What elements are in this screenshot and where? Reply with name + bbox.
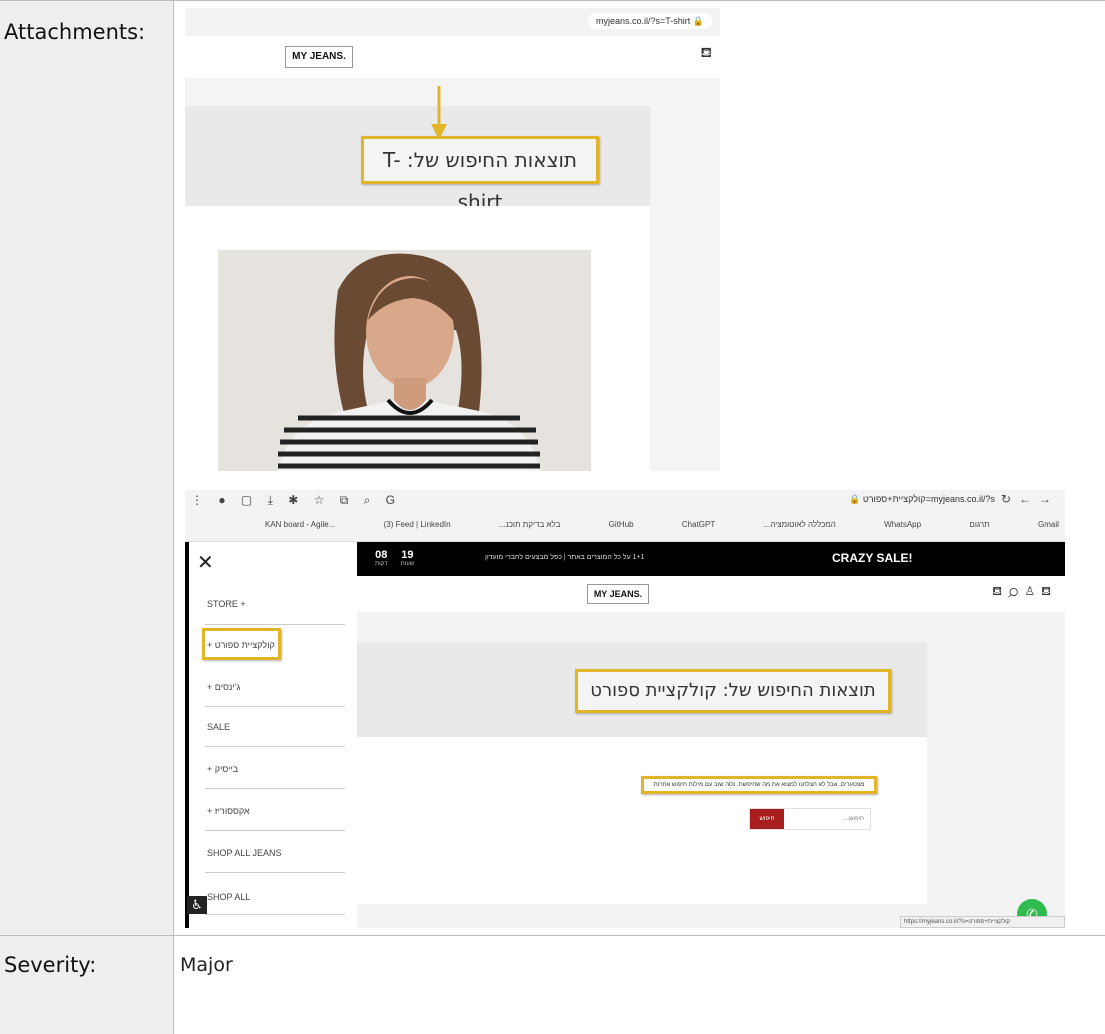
menu-divider [205,830,345,831]
lock-icon: 🔒 [849,494,861,504]
attachment-screenshot-2: ⋮ ● ▢ ⤓ ✱ ☆ ⧉ ⌕ G myjeans.co.il/?s=קולקצ… [185,490,1065,928]
browser-toolbar-icons[interactable]: ⋮ ● ▢ ⤓ ✱ ☆ ⧉ ⌕ G [191,493,401,508]
attachment-screenshot-1: myjeans.co.il/?s=T-shirt 🔒 MY JEANS. ⛾ ת… [185,8,720,471]
annotation-highlight [202,628,281,660]
bookmark-item[interactable]: (3) Feed | LinkedIn [384,520,451,534]
browser-address-bar: myjeans.co.il/?s=T-shirt 🔒 [185,8,720,34]
attachments-label-cell [0,1,173,935]
address-url[interactable]: myjeans.co.il/?s=T-shirt 🔒 [587,13,712,29]
search-result-title: תוצאות החיפוש של: קולקציית ספורט [575,669,891,713]
bookmark-item[interactable]: GitHub [609,520,634,534]
search-result-title: תוצאות החיפוש של: T-shirt [361,136,599,214]
severity-label-cell [0,936,173,1034]
bookmark-item[interactable]: KAN board - Agile... [265,520,335,534]
product-image[interactable] [218,250,591,471]
menu-divider [205,788,345,789]
menu-item-sale[interactable]: SALE [207,722,230,732]
menu-item-store[interactable]: STORE + [207,599,246,609]
site-header: MY JEANS. ⛾⌕♙⛾ [357,576,1065,612]
bookmark-item[interactable]: ...המכללה לאוטומציה [764,520,836,534]
search-icon[interactable]: ⌕ [1008,584,1024,598]
search-input[interactable] [788,809,870,829]
table-column-divider [173,0,174,1034]
attachments-label: Attachments: [4,20,146,44]
site-header: MY JEANS. ⛾ [185,36,720,78]
bookmark-item[interactable]: WhatsApp [884,520,921,534]
site-logo[interactable]: MY JEANS. [587,584,649,604]
bookmark-item[interactable]: Gmail [1038,520,1059,534]
menu-divider [205,746,345,747]
address-url[interactable]: myjeans.co.il/?s=קולקציית+ספורט 🔒 [849,494,995,505]
promo-text: 1+1 על כל המוצרים באתר | כפל מבצעים לחבר… [485,554,645,561]
menu-divider [205,914,345,915]
user-icon[interactable]: ♙ [1024,584,1041,598]
annotation-arrow-icon [431,86,447,140]
menu-divider [205,624,345,625]
table-row-divider [0,935,1105,936]
browser-nav-icons[interactable]: ↻←→ [1001,492,1059,506]
site-logo[interactable]: MY JEANS. [285,46,353,68]
side-menu: ✕ STORE + + קולקציית ספורט + ג'ינסים SAL… [185,542,357,928]
menu-divider [205,706,345,707]
close-icon[interactable]: ✕ [197,550,214,575]
cart-icon[interactable]: ⛾ [1041,584,1057,598]
shopping-bag-icon[interactable]: ⛾ [992,584,1008,598]
bug-report: Attachments: Severity: Major myjeans.co.… [0,0,1105,1034]
menu-divider [205,872,345,873]
browser-chrome: ⋮ ● ▢ ⤓ ✱ ☆ ⧉ ⌕ G myjeans.co.il/?s=קולקצ… [185,490,1065,542]
header-icons: ⛾⌕♙⛾ [992,584,1057,600]
menu-item-accessories[interactable]: + אקססוריז [207,806,250,816]
bookmarks-bar: KAN board - Agile... (3) Feed | LinkedIn… [265,520,1059,534]
severity-value: Major [180,954,233,976]
bookmark-item[interactable]: ...בלא בדיקת תוכנ [499,520,560,534]
search-button[interactable]: חיפוש [750,809,784,829]
accessibility-icon[interactable]: ♿ [187,896,207,914]
site-page: MY JEANS. ⛾⌕♙⛾ תוצאות החיפוש של: קולקציי… [357,576,1065,928]
lock-icon: 🔒 [692,16,704,26]
table-border-top [0,0,1105,1]
menu-item-shop-all[interactable]: SHOP ALL [207,892,250,902]
status-bar-url: https://myjeans.co.il/?s=קולקציית+ספורט [900,916,1065,928]
severity-label: Severity: [4,953,97,977]
no-results-message: מצטערים, אבל לא הצלחנו למצוא את מה שחיפש… [641,776,877,794]
search-form: חיפוש [749,808,871,830]
bookmark-item[interactable]: ChatGPT [682,520,715,534]
bookmark-item[interactable]: תרגום [969,520,989,534]
model-photo-icon [218,250,591,471]
menu-item-jeans[interactable]: + ג'ינסים [207,682,240,692]
countdown-timer: 08 דקות 19 שעות [375,549,415,567]
menu-item-basic[interactable]: + בייסיק [207,764,238,774]
shopping-bag-icon[interactable]: ⛾ [701,44,712,63]
menu-item-shop-all-jeans[interactable]: SHOP ALL JEANS [207,848,282,858]
sale-banner[interactable]: CRAZY SALE! [832,551,912,565]
